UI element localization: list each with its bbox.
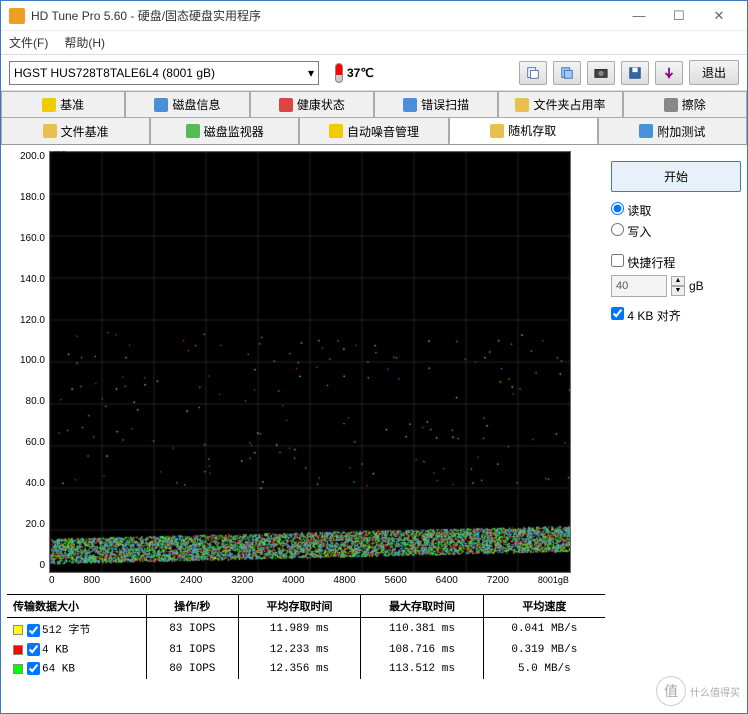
y-axis-label: ms (53, 149, 66, 160)
folder-icon (515, 98, 529, 112)
series-checkbox[interactable] (27, 643, 40, 656)
short-stroke-value[interactable] (611, 275, 667, 297)
random-icon (490, 124, 504, 138)
toolbar: HGST HUS728T8TALE6L4 (8001 gB) ▾ 37℃ 退出 (1, 55, 747, 91)
tab-label: 磁盘信息 (172, 96, 220, 113)
window-title: HD Tune Pro 5.60 - 硬盘/固态硬盘实用程序 (31, 7, 619, 24)
tab-label: 健康状态 (297, 96, 345, 113)
chart-area: ms 200.0180.0160.0140.0120.0100.080.060.… (7, 151, 605, 586)
diskinfo-icon (154, 98, 168, 112)
tab-label: 随机存取 (508, 122, 556, 139)
aam-icon (329, 124, 343, 138)
write-radio[interactable]: 写入 (611, 223, 741, 240)
screenshot-button[interactable] (587, 61, 615, 85)
menubar: 文件(F) 帮助(H) (1, 31, 747, 55)
tab-label: 错误扫描 (421, 96, 469, 113)
app-logo-icon (9, 8, 25, 24)
tab-磁盘监视器[interactable]: 磁盘监视器 (150, 117, 299, 144)
start-button[interactable]: 开始 (611, 161, 741, 192)
series-color-icon (13, 645, 23, 655)
col-header: 平均存取时间 (238, 595, 360, 618)
table-row: 64 KB80 IOPS12.356 ms113.512 ms5.0 MB/s (7, 659, 605, 678)
short-stroke-checkbox[interactable]: 快捷行程 (611, 254, 741, 271)
close-button[interactable]: ✕ (699, 2, 739, 30)
table-row: 512 字节83 IOPS11.989 ms110.381 ms0.041 MB… (7, 618, 605, 641)
tab-健康状态[interactable]: 健康状态 (250, 91, 374, 117)
short-stroke-unit: gB (689, 279, 704, 293)
errorscan-icon (403, 98, 417, 112)
tab-随机存取[interactable]: 随机存取 (449, 117, 598, 144)
menu-help[interactable]: 帮助(H) (64, 34, 105, 51)
results-table: 传输数据大小操作/秒平均存取时间最大存取时间平均速度 512 字节83 IOPS… (7, 594, 605, 679)
tab-自动噪音管理[interactable]: 自动噪音管理 (299, 117, 448, 144)
col-header: 传输数据大小 (7, 595, 146, 618)
watermark: 值 什么值得买 (656, 676, 740, 706)
copy-text-button[interactable] (519, 61, 547, 85)
series-color-icon (13, 664, 23, 674)
tab-擦除[interactable]: 擦除 (623, 91, 747, 117)
tab-label: 自动噪音管理 (347, 123, 419, 140)
app-window: HD Tune Pro 5.60 - 硬盘/固态硬盘实用程序 — ☐ ✕ 文件(… (0, 0, 748, 714)
series-checkbox[interactable] (27, 662, 40, 675)
tab-label: 擦除 (682, 96, 706, 113)
y-axis-ticks: 200.0180.0160.0140.0120.0100.080.060.040… (7, 151, 49, 571)
drive-select[interactable]: HGST HUS728T8TALE6L4 (8001 gB) ▾ (9, 61, 319, 85)
monitor-icon (186, 124, 200, 138)
save-button[interactable] (621, 61, 649, 85)
tab-基准[interactable]: 基准 (1, 91, 125, 117)
side-panel: 开始 读取 写入 快捷行程 ▲▼ gB 4 KB 对齐 (611, 151, 741, 707)
copy-image-button[interactable] (553, 61, 581, 85)
tab-label: 文件夹占用率 (533, 96, 605, 113)
titlebar: HD Tune Pro 5.60 - 硬盘/固态硬盘实用程序 — ☐ ✕ (1, 1, 747, 31)
temperature-display: 37℃ (335, 63, 374, 83)
tab-附加测试[interactable]: 附加测试 (598, 117, 747, 144)
benchmark-icon (42, 98, 56, 112)
align-checkbox[interactable]: 4 KB 对齐 (611, 307, 741, 324)
drive-select-value: HGST HUS728T8TALE6L4 (8001 gB) (14, 66, 215, 80)
spinner-arrows[interactable]: ▲▼ (671, 276, 685, 296)
tab-磁盘信息[interactable]: 磁盘信息 (125, 91, 249, 117)
health-icon (279, 98, 293, 112)
x-axis-ticks: 0800160024003200400048005600640072008001… (49, 573, 569, 586)
tab-label: 磁盘监视器 (204, 123, 264, 140)
tab-文件夹占用率[interactable]: 文件夹占用率 (498, 91, 622, 117)
menu-file[interactable]: 文件(F) (9, 34, 48, 51)
col-header: 操作/秒 (146, 595, 238, 618)
erase-icon (664, 98, 678, 112)
tabs: 基准 磁盘信息 健康状态 错误扫描 文件夹占用率 擦除 文件基准 磁盘监视器 自动噪音管理 随机… (1, 91, 747, 145)
tab-label: 附加测试 (657, 123, 705, 140)
series-color-icon (13, 625, 23, 635)
exit-button[interactable]: 退出 (689, 60, 739, 85)
series-checkbox[interactable] (27, 624, 40, 637)
options-button[interactable] (655, 61, 683, 85)
col-header: 平均速度 (483, 595, 605, 618)
maximize-button[interactable]: ☐ (659, 2, 699, 30)
tab-label: 文件基准 (61, 123, 109, 140)
tab-文件基准[interactable]: 文件基准 (1, 117, 150, 144)
temperature-value: 37℃ (347, 66, 374, 80)
chevron-down-icon: ▾ (308, 66, 314, 80)
thermometer-icon (335, 63, 343, 83)
read-radio[interactable]: 读取 (611, 202, 741, 219)
table-row: 4 KB81 IOPS12.233 ms108.716 ms0.319 MB/s (7, 640, 605, 659)
tab-label: 基准 (60, 96, 84, 113)
filebench-icon (43, 124, 57, 138)
minimize-button[interactable]: — (619, 2, 659, 30)
scatter-plot (49, 151, 571, 573)
extra-icon (639, 124, 653, 138)
tab-错误扫描[interactable]: 错误扫描 (374, 91, 498, 117)
col-header: 最大存取时间 (361, 595, 484, 618)
content-area: ms 200.0180.0160.0140.0120.0100.080.060.… (1, 145, 747, 713)
